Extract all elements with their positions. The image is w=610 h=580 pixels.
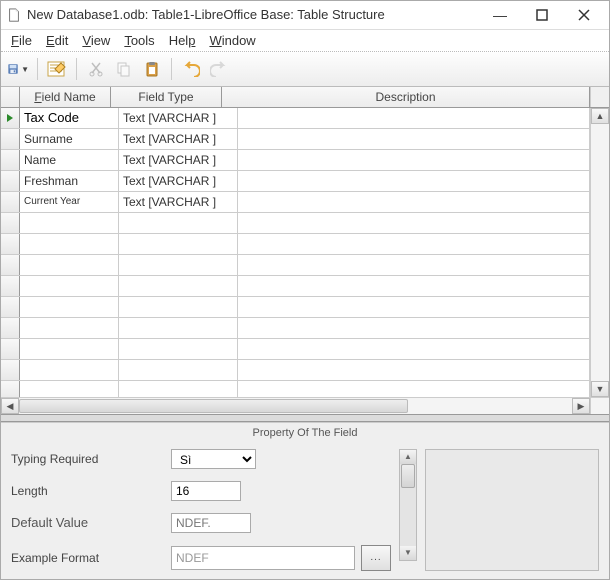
- titlebar: New Database1.odb: Table1-LibreOffice Ba…: [1, 1, 609, 30]
- cell-description[interactable]: [238, 192, 590, 212]
- scroll-down-icon[interactable]: ▼: [400, 546, 416, 560]
- menu-help[interactable]: Help: [163, 31, 202, 50]
- row-header[interactable]: [1, 339, 20, 359]
- copy-button[interactable]: [113, 58, 135, 80]
- cell-description[interactable]: [238, 171, 590, 191]
- cell-field-name[interactable]: Name: [20, 150, 119, 170]
- table-row[interactable]: [1, 234, 590, 255]
- undo-button[interactable]: [180, 58, 202, 80]
- table-row[interactable]: [1, 339, 590, 360]
- chevron-down-icon[interactable]: ▼: [21, 65, 29, 74]
- column-header-description[interactable]: Description: [222, 87, 590, 107]
- table-row[interactable]: [1, 276, 590, 297]
- cell-description[interactable]: [238, 129, 590, 149]
- cell-field-type[interactable]: Text [VARCHAR ]: [119, 171, 238, 191]
- row-header[interactable]: [1, 381, 20, 398]
- close-button[interactable]: [575, 6, 593, 24]
- paste-button[interactable]: [141, 58, 163, 80]
- scroll-down-icon[interactable]: ▼: [591, 381, 609, 397]
- row-header-corner: [1, 87, 20, 107]
- cell-description[interactable]: [238, 150, 590, 170]
- properties-form: Typing Required Sì Length Default Value …: [11, 449, 391, 571]
- row-header[interactable]: [1, 360, 20, 380]
- cut-button[interactable]: [85, 58, 107, 80]
- cell-field-type[interactable]: Text [VARCHAR ]: [119, 108, 238, 128]
- menu-file[interactable]: File: [5, 31, 38, 50]
- cell-field-name[interactable]: Surname: [20, 129, 119, 149]
- app-window: New Database1.odb: Table1-LibreOffice Ba…: [0, 0, 610, 580]
- table-design-grid: Field Name Field Type Description Tax Co…: [1, 87, 609, 414]
- cell-description[interactable]: [238, 108, 590, 128]
- splitter-handle[interactable]: [1, 414, 609, 422]
- scroll-up-icon[interactable]: ▲: [400, 450, 416, 464]
- window-controls: —: [491, 6, 603, 24]
- properties-description-box: [425, 449, 599, 571]
- save-button[interactable]: ▼: [7, 58, 29, 80]
- typing-required-select[interactable]: Sì: [171, 449, 256, 469]
- table-row[interactable]: Tax Code Text [VARCHAR ]: [1, 108, 590, 129]
- field-properties-panel: Property Of The Field Typing Required Sì…: [1, 422, 609, 579]
- menu-window[interactable]: Window: [203, 31, 261, 50]
- table-row[interactable]: Current Year Text [VARCHAR ]: [1, 192, 590, 213]
- document-icon: [7, 8, 21, 22]
- grid-rows: Tax Code Text [VARCHAR ] Surname Text [V…: [1, 108, 590, 398]
- menubar: File Edit View Tools Help Window: [1, 30, 609, 53]
- scroll-thumb[interactable]: [19, 399, 408, 413]
- table-row[interactable]: Name Text [VARCHAR ]: [1, 150, 590, 171]
- grid-header: Field Name Field Type Description: [1, 87, 609, 108]
- table-row[interactable]: [1, 297, 590, 318]
- table-row[interactable]: Surname Text [VARCHAR ]: [1, 129, 590, 150]
- scroll-up-icon[interactable]: ▲: [591, 108, 609, 124]
- table-row[interactable]: [1, 318, 590, 339]
- horizontal-scrollbar[interactable]: ◀ ▶: [1, 397, 609, 414]
- example-format-label: Example Format: [11, 551, 171, 565]
- row-header[interactable]: [1, 276, 20, 296]
- cell-field-name[interactable]: Tax Code: [20, 108, 119, 128]
- length-label: Length: [11, 484, 171, 498]
- row-marker-current-icon[interactable]: [1, 108, 20, 128]
- menu-tools[interactable]: Tools: [118, 31, 160, 50]
- row-header[interactable]: [1, 234, 20, 254]
- cell-field-name[interactable]: Current Year: [20, 192, 119, 212]
- edit-mode-button[interactable]: [46, 58, 68, 80]
- typing-required-label: Typing Required: [11, 452, 171, 466]
- table-row[interactable]: [1, 360, 590, 381]
- default-value-input[interactable]: [171, 513, 251, 533]
- column-header-field-name[interactable]: Field Name: [20, 87, 111, 107]
- maximize-button[interactable]: [533, 6, 551, 24]
- table-row[interactable]: Freshman Text [VARCHAR ]: [1, 171, 590, 192]
- format-browse-button[interactable]: ...: [361, 545, 391, 571]
- row-header[interactable]: [1, 129, 20, 149]
- table-row[interactable]: [1, 255, 590, 276]
- table-row[interactable]: [1, 213, 590, 234]
- vertical-scrollbar[interactable]: ▲ ▼: [590, 108, 609, 398]
- properties-title: Property Of The Field: [1, 423, 609, 449]
- scroll-right-icon[interactable]: ▶: [572, 398, 590, 414]
- row-header[interactable]: [1, 213, 20, 233]
- minimize-button[interactable]: —: [491, 6, 509, 24]
- default-value-label: Default Value: [11, 515, 171, 530]
- row-header[interactable]: [1, 255, 20, 275]
- menu-view[interactable]: View: [76, 31, 116, 50]
- table-row[interactable]: [1, 381, 590, 398]
- row-header[interactable]: [1, 318, 20, 338]
- row-header[interactable]: [1, 192, 20, 212]
- cell-field-type[interactable]: Text [VARCHAR ]: [119, 129, 238, 149]
- example-format-input[interactable]: [171, 546, 355, 570]
- cell-field-type[interactable]: Text [VARCHAR ]: [119, 150, 238, 170]
- toolbar: ▼: [1, 52, 609, 87]
- cell-field-type[interactable]: Text [VARCHAR ]: [119, 192, 238, 212]
- redo-button[interactable]: [208, 58, 230, 80]
- cell-field-name[interactable]: Freshman: [20, 171, 119, 191]
- row-header[interactable]: [1, 297, 20, 317]
- row-header[interactable]: [1, 150, 20, 170]
- row-header[interactable]: [1, 171, 20, 191]
- scroll-left-icon[interactable]: ◀: [1, 398, 19, 414]
- length-input[interactable]: [171, 481, 241, 501]
- column-header-field-type[interactable]: Field Type: [111, 87, 222, 107]
- scroll-thumb[interactable]: [401, 464, 415, 488]
- properties-scrollbar[interactable]: ▲ ▼: [399, 449, 417, 561]
- window-title: New Database1.odb: Table1-LibreOffice Ba…: [27, 7, 491, 22]
- menu-edit[interactable]: Edit: [40, 31, 74, 50]
